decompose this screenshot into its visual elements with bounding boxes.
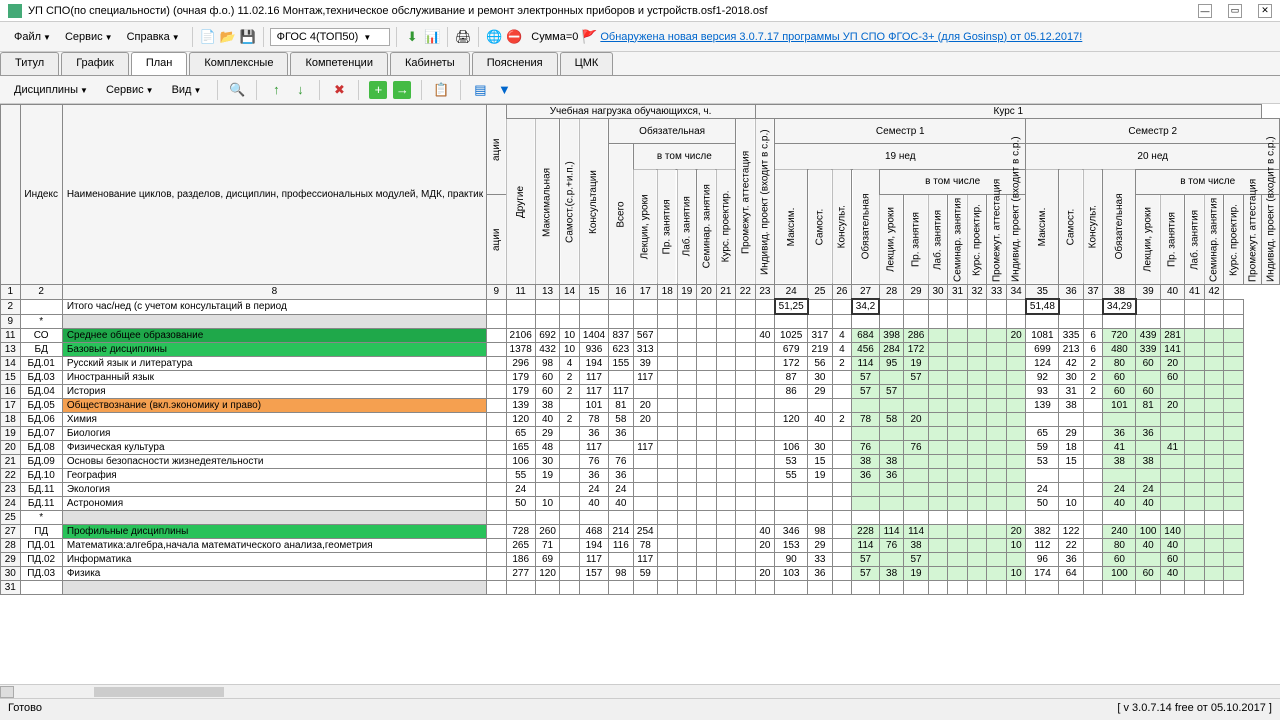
tabs: ТитулГрафикПланКомплексныеКомпетенцииКаб…	[0, 52, 1280, 76]
table-row[interactable]: 31	[1, 580, 1280, 594]
download-icon[interactable]: ⬇	[403, 28, 421, 46]
grid[interactable]: Индекс Наименование циклов, разделов, ди…	[0, 104, 1280, 696]
scroll-left-btn[interactable]	[0, 686, 14, 698]
table-row[interactable]: 15БД.03Иностранный язык17960211711787305…	[1, 370, 1280, 384]
table-row[interactable]: 17БД.05Обществознание (вкл.экономику и п…	[1, 398, 1280, 412]
sub-toolbar: Дисциплины▼ Сервис▼ Вид▼ 🔍 ↑ ↓ ✖ + → 📋 ▤…	[0, 76, 1280, 104]
table-row[interactable]: 22БД.10География5519363655193636	[1, 468, 1280, 482]
table-row[interactable]: 24БД.11Астрономия5010404050104040	[1, 496, 1280, 510]
hdr-acii: ации	[487, 105, 506, 195]
window-title: УП СПО(по специальности) (очная ф.о.) 11…	[28, 5, 768, 17]
update-link[interactable]: Обнаружена новая версия 3.0.7.17 програм…	[600, 31, 1082, 43]
stop-icon[interactable]: ⛔	[505, 28, 523, 46]
tab-План[interactable]: План	[131, 52, 188, 75]
hdr-name: Наименование циклов, разделов, дисциплин…	[62, 105, 486, 285]
table-row[interactable]: 21БД.09Основы безопасности жизнедеятельн…	[1, 454, 1280, 468]
menu-help[interactable]: Справка▼	[121, 28, 186, 46]
titlebar: УП СПО(по специальности) (очная ф.о.) 11…	[0, 0, 1280, 22]
arrow-down-icon[interactable]: ↓	[291, 81, 309, 99]
table-row[interactable]: 11СОСреднее общее образование21066921014…	[1, 328, 1280, 342]
delete-icon[interactable]: ✖	[330, 81, 348, 99]
view-menu[interactable]: Вид▼	[166, 81, 208, 99]
new-doc-icon[interactable]: 📄	[199, 28, 217, 46]
tab-Титул[interactable]: Титул	[0, 52, 59, 75]
table-row[interactable]: 13БДБазовые дисциплины137843210936623313…	[1, 342, 1280, 356]
scroll-thumb[interactable]	[94, 687, 224, 697]
doc-grey-icon[interactable]: 📋	[432, 81, 450, 99]
table-row[interactable]: 30ПД.03Физика277120157985920103365738191…	[1, 566, 1280, 580]
service2-menu[interactable]: Сервис▼	[100, 81, 160, 99]
hdr-course1: Курс 1	[755, 105, 1261, 119]
close-button[interactable]: ✕	[1258, 4, 1272, 18]
print-icon[interactable]: 🖨	[454, 28, 472, 46]
table-row[interactable]: 19БД.07Биология6529363665293636	[1, 426, 1280, 440]
tab-Кабинеты[interactable]: Кабинеты	[390, 52, 470, 75]
tab-Комплексные[interactable]: Комплексные	[189, 52, 288, 75]
menubar: Файл▼ Сервис▼ Справка▼ 📄 📂 💾 ФГОС 4(ТОП5…	[0, 22, 1280, 52]
menu-service[interactable]: Сервис▼	[59, 28, 119, 46]
add-green2-icon[interactable]: →	[393, 81, 411, 99]
table-row[interactable]: 14БД.01Русский язык и литература29698419…	[1, 356, 1280, 370]
app-icon	[8, 4, 22, 18]
status-ready: Готово	[8, 702, 42, 717]
arrow-up-icon[interactable]: ↑	[267, 81, 285, 99]
menu-file[interactable]: Файл▼	[8, 28, 57, 46]
table-row[interactable]: 18БД.06Химия120402785820120402785820	[1, 412, 1280, 426]
table-row[interactable]: 28ПД.01Математика:алгебра,начала математ…	[1, 538, 1280, 552]
flag-icon: 🚩	[580, 28, 598, 46]
search-icon[interactable]: 🔍	[228, 81, 246, 99]
maximize-button[interactable]: ▭	[1228, 4, 1242, 18]
tab-ЦМК[interactable]: ЦМК	[560, 52, 614, 75]
table-row[interactable]: 23БД.11Экология242424242424	[1, 482, 1280, 496]
fgos-selector[interactable]: ФГОС 4(ТОП50) ▼	[270, 28, 391, 46]
minimize-button[interactable]: —	[1198, 4, 1212, 18]
horizontal-scrollbar[interactable]	[0, 684, 1280, 698]
tab-График[interactable]: График	[61, 52, 129, 75]
statusbar: Готово [ v 3.0.7.14 free от 05.10.2017 ]	[0, 698, 1280, 720]
table-row[interactable]: 27ПДПрофильные дисциплины728260468214254…	[1, 524, 1280, 538]
globe-icon[interactable]: 🌐	[485, 28, 503, 46]
tab-Компетенции[interactable]: Компетенции	[290, 52, 388, 75]
table-row[interactable]: 20БД.08Физическая культура16548117117106…	[1, 440, 1280, 454]
open-icon[interactable]: 📂	[219, 28, 237, 46]
tab-Пояснения[interactable]: Пояснения	[472, 52, 558, 75]
status-version: [ v 3.0.7.14 free от 05.10.2017 ]	[1117, 702, 1272, 717]
table-row[interactable]: 16БД.04История17960211711786295757933126…	[1, 384, 1280, 398]
hdr-index: Индекс	[20, 105, 62, 285]
disciplines-menu[interactable]: Дисциплины▼	[8, 81, 94, 99]
add-green-icon[interactable]: +	[369, 81, 387, 99]
hdr-load: Учебная нагрузка обучающихся, ч.	[506, 105, 755, 119]
table-row[interactable]: 25*	[1, 510, 1280, 524]
list-icon[interactable]: ▤	[471, 81, 489, 99]
save-icon[interactable]: 💾	[239, 28, 257, 46]
filter-icon[interactable]: ▼	[495, 81, 513, 99]
table-row[interactable]: 29ПД.02Информатика1866911711790335757963…	[1, 552, 1280, 566]
export-icon[interactable]: 📊	[423, 28, 441, 46]
summa-label: Сумма=0	[531, 31, 578, 43]
